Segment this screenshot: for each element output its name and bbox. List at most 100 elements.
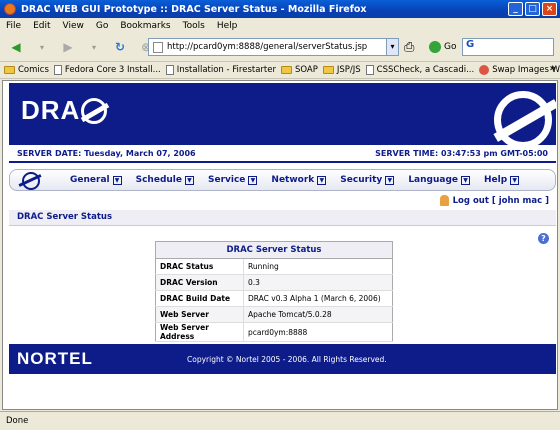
logout-link[interactable]: Log out [ john mac ] [439, 195, 549, 206]
row-key: DRAC Status [155, 258, 244, 275]
table-row: DRAC Version 0.3 [155, 274, 393, 291]
bookmark-label: CSSCheck, a Cascadi... [376, 65, 475, 75]
forward-arrow-icon[interactable]: ▶ [58, 37, 78, 57]
fedora-icon [53, 65, 62, 75]
bookmark-label: SOAP [294, 65, 318, 75]
firefox-icon [4, 3, 16, 15]
row-value: pcard0ym:8888 [243, 322, 393, 342]
folder-icon [280, 66, 292, 74]
chevron-down-icon: ▼ [317, 175, 327, 185]
go-icon[interactable] [429, 41, 441, 53]
address-bar[interactable]: http://pcard0ym:8888/general/serverStatu… [148, 38, 388, 56]
drac-logo: DRA [21, 95, 108, 126]
page-header: DRA [9, 83, 556, 149]
page-footer: NORTEL Copyright © Nortel 2005 - 2006. A… [9, 344, 556, 374]
chevron-down-icon: ▼ [510, 175, 520, 185]
search-input[interactable]: G [462, 38, 554, 56]
menu-bookmarks[interactable]: Bookmarks [120, 21, 170, 31]
menu-help[interactable]: Help [217, 21, 238, 31]
menu-edit[interactable]: Edit [33, 21, 50, 31]
table-row: DRAC Status Running [155, 258, 393, 275]
logout-text: Log out [ john mac ] [452, 195, 549, 206]
logo-text: DRA [21, 95, 81, 125]
row-key: Web Server [155, 306, 244, 323]
chevron-down-icon: ▼ [385, 175, 395, 185]
nav-general[interactable]: General ▼ [70, 175, 122, 185]
row-key: DRAC Build Date [155, 290, 244, 307]
address-url: http://pcard0ym:8888/general/serverStatu… [167, 42, 368, 52]
section-title: DRAC Server Status [9, 210, 556, 226]
nortel-logo: NORTEL [17, 349, 93, 368]
menu-view[interactable]: View [63, 21, 84, 31]
minimize-button[interactable]: _ [508, 2, 523, 16]
menu-tools[interactable]: Tools [183, 21, 205, 31]
chevron-down-icon: ▼ [184, 175, 194, 185]
row-key: DRAC Version [155, 274, 244, 291]
nav-label: Service [207, 175, 246, 185]
forward-dropdown-icon[interactable]: ▾ [84, 37, 104, 57]
date-bar: SERVER DATE: Tuesday, March 07, 2006 SER… [9, 145, 556, 163]
row-key: Web Server Address [155, 322, 244, 342]
folder-icon [322, 66, 334, 74]
nav-network[interactable]: Network ▼ [271, 175, 327, 185]
bookmark-swap-images[interactable]: Swap Images With J... [479, 65, 560, 75]
bookmark-label: Fedora Core 3 Install... [64, 65, 161, 75]
url-dropdown-icon[interactable]: ▾ [386, 38, 399, 56]
row-value: Apache Tomcat/5.0.28 [243, 306, 393, 323]
back-arrow-icon[interactable]: ◀ [6, 37, 26, 57]
nav-label: General [70, 175, 110, 185]
bookmark-fedora[interactable]: Fedora Core 3 Install... [53, 65, 161, 75]
bookmark-jsp[interactable]: JSP/JS [322, 65, 361, 75]
nav-help[interactable]: Help ▼ [484, 175, 520, 185]
bookmark-label: JSP/JS [336, 65, 361, 75]
nav-security[interactable]: Security ▼ [340, 175, 395, 185]
globe-icon [494, 91, 552, 149]
main-nav: General ▼ Schedule ▼ Service ▼ Network ▼ Sec… [9, 169, 556, 191]
copyright-text: Copyright © Nortel 2005 - 2006. All Righ… [187, 354, 387, 364]
user-icon [439, 195, 449, 206]
server-date: SERVER DATE: Tuesday, March 07, 2006 [17, 148, 196, 158]
nav-service[interactable]: Service ▼ [207, 175, 258, 185]
bookmark-soap[interactable]: SOAP [280, 65, 318, 75]
more-bookmarks-icon[interactable]: » [550, 63, 556, 74]
folder-icon [4, 66, 15, 74]
nav-label: Security [340, 175, 383, 185]
reload-icon[interactable]: ↻ [110, 37, 130, 57]
row-value: Running [243, 258, 393, 275]
menu-bar: File Edit View Go Bookmarks Tools Help [0, 18, 560, 34]
chevron-down-icon: ▼ [112, 175, 122, 185]
nav-label: Help [484, 175, 508, 185]
bookmark-comics[interactable]: Comics [4, 65, 49, 75]
page-icon [165, 65, 174, 75]
globe-icon [18, 171, 44, 190]
bookmarks-bar: Comics Fedora Core 3 Install... Installa… [0, 61, 560, 79]
nav-schedule[interactable]: Schedule ▼ [136, 175, 194, 185]
bookmark-csscheck[interactable]: CSSCheck, a Cascadi... [365, 65, 475, 75]
bookmark-label: Installation - Firestarter [176, 65, 276, 75]
maximize-button[interactable]: □ [525, 2, 540, 16]
row-value: 0.3 [243, 274, 393, 291]
close-button[interactable]: × [542, 2, 557, 16]
table-row: Web Server Address pcard0ym:8888 [155, 322, 393, 342]
server-time: SERVER TIME: 03:47:53 pm GMT-05:00 [375, 148, 548, 158]
chevron-down-icon: ▼ [461, 175, 470, 185]
nav-label: Schedule [135, 175, 182, 185]
page-icon [153, 41, 163, 53]
row-value: DRAC v0.3 Alpha 1 (March 6, 2006) [243, 290, 393, 307]
globe-icon [81, 97, 108, 124]
help-icon[interactable]: ? [538, 233, 549, 244]
nav-label: Network [271, 175, 315, 185]
nav-language[interactable]: Language ▼ [408, 175, 470, 185]
menu-file[interactable]: File [6, 21, 21, 31]
page-content: DRA SERVER DATE: Tuesday, March 07, 2006… [2, 80, 558, 410]
back-dropdown-icon[interactable]: ▾ [32, 37, 52, 57]
nav-label: Language [408, 175, 458, 185]
print-icon[interactable]: ⎙ [404, 40, 414, 55]
go-button[interactable]: Go [444, 42, 456, 52]
chevron-down-icon: ▼ [248, 175, 258, 185]
site-icon [479, 65, 490, 75]
status-bar: Done [0, 411, 560, 430]
menu-go[interactable]: Go [96, 21, 108, 31]
page-icon [365, 65, 374, 75]
bookmark-firestarter[interactable]: Installation - Firestarter [165, 65, 276, 75]
